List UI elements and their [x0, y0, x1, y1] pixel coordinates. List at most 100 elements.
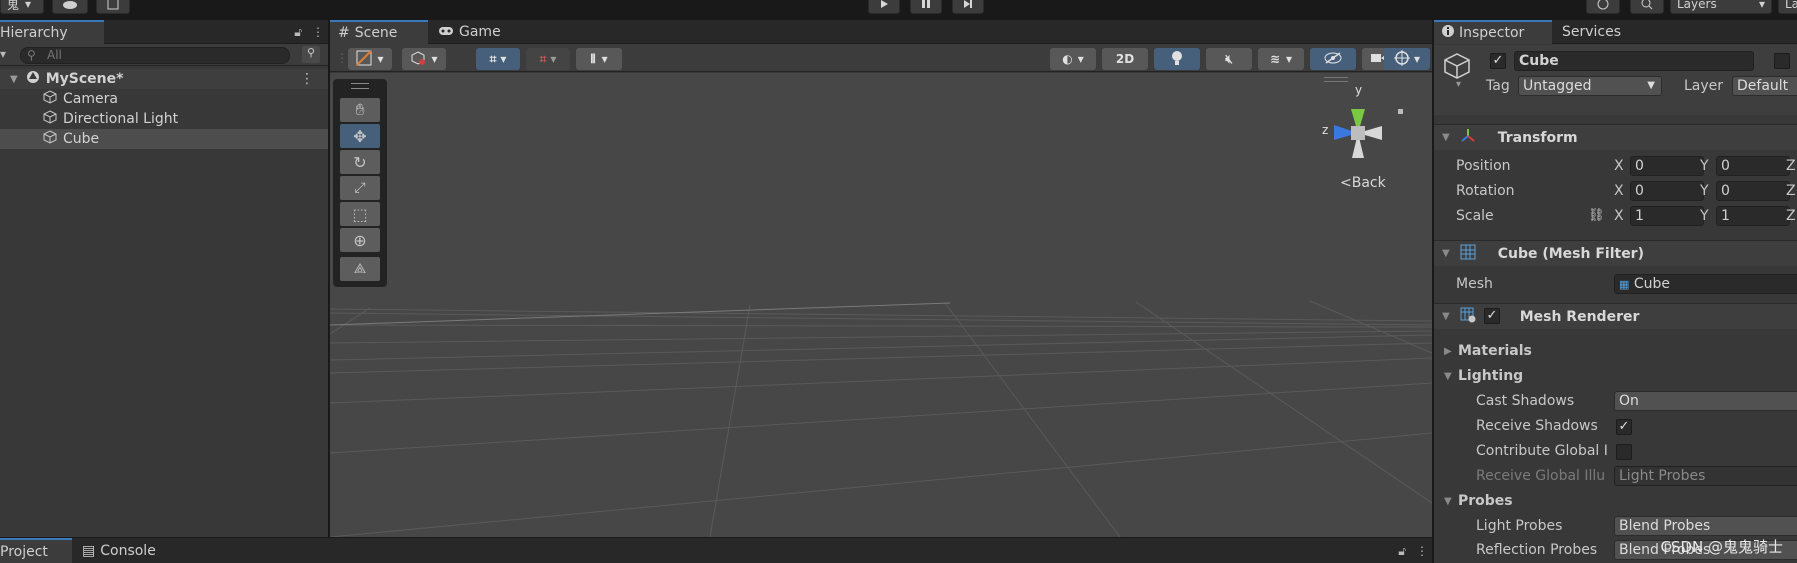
more-icon[interactable]: ⋮ [300, 71, 314, 87]
layer-value: Default [1737, 78, 1789, 94]
expand-arrow-icon[interactable]: ▼ [10, 74, 18, 85]
mesh-object-field[interactable]: ▦ Cube [1614, 274, 1797, 294]
cast-shadows-dropdown[interactable]: On [1614, 391, 1797, 411]
play-button[interactable] [868, 0, 900, 14]
receive-shadows-checkbox[interactable]: ✓ [1616, 419, 1632, 435]
increment-snap-toggle[interactable]: ⌗ ▾ [526, 48, 570, 70]
history-button[interactable] [1586, 0, 1620, 14]
scene-row[interactable]: ▼ MyScene* ⋮ [0, 69, 328, 89]
layers-label: Layers [1677, 0, 1717, 11]
effects-dropdown[interactable]: ≋ ▾ [1258, 48, 1304, 70]
scale-tool-button[interactable]: ⤢ [340, 176, 380, 200]
lock-icon[interactable]: 🔓︎ [294, 25, 302, 40]
mesh-grid-icon [1460, 244, 1476, 264]
hierarchy-item-directional-light[interactable]: Directional Light [0, 109, 328, 129]
search-filter-icon[interactable]: ⚲ [302, 46, 320, 63]
mute-speaker-icon: 🔇︎ [1225, 51, 1233, 66]
icon-dropdown-icon[interactable]: ▾ [1456, 79, 1461, 90]
mesh-renderer-header[interactable]: ▼ ✓ Mesh Renderer [1434, 303, 1797, 329]
more-icon[interactable]: ⋮ [312, 25, 324, 39]
expand-arrow-icon[interactable]: ▼ [1444, 496, 1452, 507]
position-x-value: 0 [1635, 158, 1644, 174]
more-icon[interactable]: ⋮ [1416, 544, 1428, 558]
tab-console[interactable]: ▤ Console [74, 538, 174, 563]
add-dropdown-icon[interactable]: ▾ [0, 47, 6, 61]
rotate-tool-button[interactable]: ↻ [340, 150, 380, 174]
view-tool-button[interactable]: ✋︎ [340, 98, 380, 122]
account-label: 鬼 [7, 0, 20, 12]
view-direction-label[interactable]: <Back [1340, 175, 1386, 191]
object-name-field[interactable]: Cube [1514, 51, 1754, 71]
lock-icon[interactable]: 🔓︎ [1398, 544, 1406, 559]
position-x-field[interactable]: 0 [1630, 156, 1704, 176]
tab-inspector[interactable]: Inspector [1434, 20, 1552, 44]
account-dropdown[interactable]: 鬼 ▾ [0, 0, 44, 14]
hierarchy-item-cube[interactable]: Cube [0, 129, 328, 149]
pause-button[interactable] [910, 0, 942, 14]
gizmo-icon [1393, 49, 1410, 69]
chevron-down-icon: ▾ [377, 52, 384, 66]
scale-y-field[interactable]: 1 [1716, 206, 1790, 226]
scale-x-field[interactable]: 1 [1630, 206, 1704, 226]
active-checkbox[interactable]: ✓ [1490, 53, 1506, 69]
rotation-y-field[interactable]: 0 [1716, 181, 1790, 201]
unlink-icon[interactable]: ⛓︎ [1588, 208, 1605, 223]
chevron-down-icon: ▾ [500, 52, 507, 66]
collapsed-arrow-icon[interactable]: ▶ [1444, 346, 1452, 357]
cloud-button[interactable] [52, 0, 88, 14]
tab-scene[interactable]: # Scene [330, 20, 428, 44]
move-arrows-icon: ✥ [353, 126, 367, 146]
grid-snapping-toggle[interactable]: ⌗ ▾ [476, 48, 520, 70]
chevron-down-icon: ▾ [550, 52, 557, 66]
lighting-toggle[interactable] [1154, 48, 1200, 70]
overlay-grip-icon[interactable] [351, 83, 369, 89]
transform-header[interactable]: ▼ Transform [1434, 124, 1797, 150]
move-tool-button[interactable]: ✥ [340, 124, 380, 148]
scene-visibility-toggle[interactable] [1310, 48, 1356, 70]
layer-dropdown[interactable]: Default [1732, 76, 1797, 96]
hand-icon: ✋︎ [355, 100, 365, 119]
play-icon [881, 0, 888, 8]
materials-foldout[interactable]: Materials [1458, 343, 1532, 359]
grid-lines-icon: ⦀ [590, 51, 596, 66]
grid-visibility-dropdown[interactable]: ⦀ ▾ [576, 48, 622, 70]
tab-game[interactable]: Game [430, 20, 520, 44]
hierarchy-item-camera[interactable]: Camera [0, 89, 328, 109]
tag-dropdown[interactable]: Untagged ▼ [1518, 76, 1662, 96]
mesh-renderer-enabled-checkbox[interactable]: ✓ [1484, 308, 1500, 324]
pause-icon [922, 0, 930, 8]
hierarchy-search-input[interactable]: ⚲ All [20, 47, 290, 64]
mesh-filter-header[interactable]: ▼ Cube (Mesh Filter) [1434, 240, 1797, 266]
static-checkbox[interactable] [1774, 53, 1790, 69]
contribute-gi-checkbox[interactable] [1616, 444, 1632, 460]
scene-name: MyScene* [45, 71, 124, 87]
light-probes-dropdown[interactable]: Blend Probes [1614, 516, 1797, 536]
orientation-gizmo[interactable]: y z <Back [1300, 73, 1420, 223]
layout-dropdown[interactable]: La [1778, 0, 1797, 14]
lighting-foldout[interactable]: Lighting [1458, 368, 1523, 384]
layers-dropdown[interactable]: Layers ▾ [1670, 0, 1772, 14]
collab-button[interactable] [96, 0, 130, 14]
position-y-value: 0 [1721, 158, 1730, 174]
rect-tool-button[interactable]: ⬚ [340, 202, 380, 226]
search-button[interactable] [1630, 0, 1664, 14]
tag-label: Tag [1486, 78, 1510, 94]
tab-project[interactable]: Project [0, 538, 72, 563]
position-y-field[interactable]: 0 [1716, 156, 1790, 176]
tab-hierarchy[interactable]: Hierarchy [0, 20, 104, 44]
audio-toggle[interactable]: 🔇︎ [1206, 48, 1252, 70]
render-mode-dropdown[interactable]: ▾ [402, 48, 446, 70]
expand-arrow-icon[interactable]: ▼ [1444, 371, 1452, 382]
transform-tool-button[interactable]: ⊕ [340, 228, 380, 252]
rotation-x-field[interactable]: 0 [1630, 181, 1704, 201]
scene-lighting-dropdown[interactable]: ◐ ▾ [1050, 48, 1096, 70]
scene-viewport[interactable]: ✋︎ ✥ ↻ ⤢ ⬚ ⊕ ⟁ y z <Back [330, 73, 1432, 537]
step-button[interactable] [952, 0, 984, 14]
gizmos-dropdown[interactable]: ▾ [1384, 48, 1430, 70]
draw-mode-dropdown[interactable]: ▾ [348, 48, 392, 70]
2d-toggle[interactable]: 2D [1102, 48, 1148, 70]
tab-services[interactable]: Services [1554, 20, 1664, 44]
probes-foldout[interactable]: Probes [1458, 493, 1513, 509]
custom-tool-button[interactable]: ⟁ [340, 257, 380, 281]
light-probes-label: Light Probes [1476, 518, 1563, 534]
